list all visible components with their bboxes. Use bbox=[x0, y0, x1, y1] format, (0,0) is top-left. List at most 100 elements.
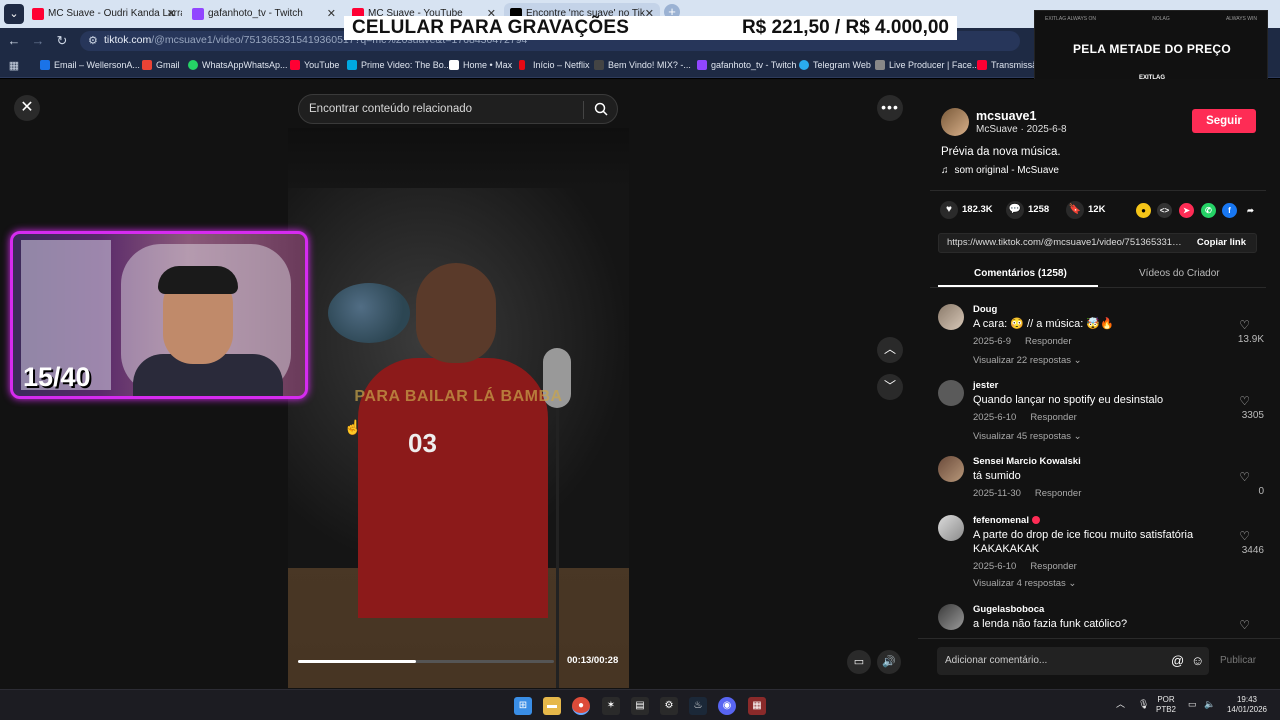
search-icon[interactable] bbox=[593, 101, 609, 117]
bookmark-live-producer[interactable]: Live Producer | Face... bbox=[875, 60, 979, 70]
file-explorer-icon[interactable]: ▬ bbox=[543, 697, 561, 715]
bookmark-transmissao[interactable]: Transmissão bbox=[977, 60, 1042, 70]
start-icon[interactable]: ⊞ bbox=[514, 697, 532, 715]
network-icon[interactable]: ▭ bbox=[1188, 699, 1197, 709]
view-replies-button[interactable]: Visualizar 22 respostas ⌄ bbox=[973, 355, 1082, 366]
music-note-icon: ♫ bbox=[941, 165, 949, 176]
bookmark-twitch[interactable]: gafanhoto_tv - Twitch bbox=[697, 60, 796, 70]
video-link-box[interactable]: https://www.tiktok.com/@mcsuave1/video/7… bbox=[938, 233, 1257, 253]
ad-top-text: EXITLAG ALWAYS ON bbox=[1045, 16, 1097, 22]
more-options-icon[interactable]: ••• bbox=[877, 95, 903, 121]
bookmark-whatsapp[interactable]: WhatsAppWhatsAp... bbox=[188, 60, 288, 70]
bookmark-youtube[interactable]: YouTube bbox=[290, 60, 339, 70]
tab-comments[interactable]: Comentários (1258) bbox=[974, 268, 1067, 279]
emoji-icon[interactable]: ☺ bbox=[1191, 653, 1204, 668]
embed-icon[interactable]: <> bbox=[1157, 203, 1172, 218]
previous-video-button[interactable]: ︿ bbox=[877, 337, 903, 363]
reply-button[interactable]: Responder bbox=[1035, 488, 1081, 499]
video-player[interactable]: PARA BAILAR LÁ BAMBA 03 bbox=[288, 128, 629, 688]
clock[interactable]: 19:43 14/01/2026 bbox=[1224, 695, 1270, 715]
commenter-name[interactable]: fefenomenal bbox=[973, 515, 1040, 526]
bookmark-netflix[interactable]: Início – Netflix bbox=[519, 60, 590, 70]
copy-link-button[interactable]: Copiar link bbox=[1197, 237, 1246, 248]
comment-like-icon[interactable]: ♡ bbox=[1239, 470, 1250, 484]
like-button[interactable]: ♥ 182.3K bbox=[940, 201, 993, 219]
close-tab-icon[interactable]: ✕ bbox=[327, 3, 336, 25]
discord-icon[interactable]: ◉ bbox=[718, 697, 736, 715]
like-count: 182.3K bbox=[962, 204, 993, 215]
mention-icon[interactable]: @ bbox=[1171, 653, 1184, 668]
bookmark-email[interactable]: Email – WellersonA... bbox=[40, 60, 140, 70]
forward-arrow-icon[interactable]: → bbox=[30, 33, 46, 49]
browser-tab-2[interactable]: gafanhoto_tv - Twitch ✕ bbox=[186, 3, 342, 25]
microphone-icon[interactable]: 🎙 bbox=[1138, 699, 1149, 709]
tab-creator-videos[interactable]: Vídeos do Criador bbox=[1139, 268, 1220, 279]
settings-icon[interactable]: ⚙ bbox=[660, 697, 678, 715]
comment-button[interactable]: 💬 1258 bbox=[1006, 201, 1049, 219]
browser-tab-1[interactable]: MC Suave - Oudri Kanda Larra ✕ bbox=[26, 3, 182, 25]
commenter-avatar[interactable] bbox=[938, 380, 964, 406]
follow-button[interactable]: Seguir bbox=[1192, 109, 1256, 133]
comment-text: A cara: 😳 // a música: 🤯🔥 bbox=[973, 318, 1114, 330]
facebook-icon[interactable]: f bbox=[1222, 203, 1237, 218]
comment-input[interactable]: Adicionar comentário... @ ☺ bbox=[937, 647, 1209, 675]
app-icon[interactable]: ✶ bbox=[602, 697, 620, 715]
reply-button[interactable]: Responder bbox=[1030, 561, 1076, 572]
publish-button[interactable]: Publicar bbox=[1220, 655, 1256, 666]
bookmark-label: Live Producer | Face... bbox=[889, 60, 980, 70]
coin-icon[interactable]: ● bbox=[1136, 203, 1151, 218]
next-video-button[interactable]: ﹀ bbox=[877, 374, 903, 400]
bookmark-gmail[interactable]: Gmail bbox=[142, 60, 180, 70]
paper-plane-icon[interactable]: ➤ bbox=[1179, 203, 1194, 218]
related-content-search[interactable]: Encontrar conteúdo relacionado bbox=[298, 94, 618, 124]
comment-count: 1258 bbox=[1028, 204, 1050, 215]
whatsapp-icon[interactable]: ✆ bbox=[1201, 203, 1216, 218]
commenter-name[interactable]: Gugelasboboca bbox=[973, 604, 1044, 615]
mini-player-icon[interactable]: ▭ bbox=[847, 650, 871, 674]
comment-like-icon[interactable]: ♡ bbox=[1239, 618, 1250, 632]
apps-grid-icon[interactable]: ▦ bbox=[6, 58, 22, 74]
bookmark-label: Prime Video: The Bo... bbox=[361, 60, 452, 70]
commenter-name[interactable]: Doug bbox=[973, 304, 997, 315]
commenter-name[interactable]: jester bbox=[973, 380, 998, 391]
view-replies-button[interactable]: Visualizar 45 respostas ⌄ bbox=[973, 431, 1082, 442]
video-progress-bar[interactable] bbox=[298, 660, 554, 663]
obs-icon[interactable]: ▤ bbox=[631, 697, 649, 715]
commenter-name[interactable]: Sensei Marcio Kowalski bbox=[973, 456, 1081, 467]
comment-like-icon[interactable]: ♡ bbox=[1239, 394, 1250, 408]
creator-avatar[interactable] bbox=[941, 108, 969, 136]
webcam-counter: 15/40 bbox=[23, 362, 91, 392]
language-indicator[interactable]: POR PTB2 bbox=[1156, 695, 1176, 715]
comment-like-icon[interactable]: ♡ bbox=[1239, 318, 1250, 332]
commenter-avatar[interactable] bbox=[938, 604, 964, 630]
bookmark-max[interactable]: Home • Max bbox=[449, 60, 512, 70]
commenter-avatar[interactable] bbox=[938, 304, 964, 330]
bookmark-telegram[interactable]: Telegram Web bbox=[799, 60, 871, 70]
app-icon[interactable]: ▦ bbox=[748, 697, 766, 715]
commenter-avatar[interactable] bbox=[938, 515, 964, 541]
save-button[interactable]: 🔖 12K bbox=[1066, 201, 1105, 219]
view-replies-button[interactable]: Visualizar 4 respostas ⌄ bbox=[973, 578, 1076, 589]
bookmark-mix[interactable]: Bem Vindo! MIX? -... bbox=[594, 60, 691, 70]
commenter-avatar[interactable] bbox=[938, 456, 964, 482]
webcam-overlay: 15/40 bbox=[10, 231, 308, 399]
close-video-button[interactable]: ✕ bbox=[14, 95, 40, 121]
tab-search-icon[interactable]: ⌄ bbox=[4, 4, 24, 24]
bookmark-icon: 🔖 bbox=[1066, 201, 1084, 219]
site-info-icon[interactable]: ⚙ bbox=[88, 34, 98, 47]
creator-username[interactable]: mcsuave1 bbox=[976, 109, 1036, 123]
reply-button[interactable]: Responder bbox=[1030, 412, 1076, 423]
reload-icon[interactable]: ↻ bbox=[54, 33, 70, 49]
reply-button[interactable]: Responder bbox=[1025, 336, 1071, 347]
share-arrow-icon[interactable]: ➦ bbox=[1243, 203, 1258, 218]
chrome-icon[interactable]: ● bbox=[572, 697, 590, 715]
sound-link[interactable]: ♫ som original - McSuave bbox=[941, 165, 1059, 176]
comment-like-icon[interactable]: ♡ bbox=[1239, 529, 1250, 543]
back-arrow-icon[interactable]: ← bbox=[6, 33, 22, 49]
close-tab-icon[interactable]: ✕ bbox=[167, 3, 176, 25]
volume-icon[interactable]: 🔊 bbox=[877, 650, 901, 674]
show-hidden-icons-icon[interactable]: ︿ bbox=[1116, 699, 1125, 709]
steam-icon[interactable]: ♨ bbox=[689, 697, 707, 715]
speaker-icon[interactable]: 🔈 bbox=[1204, 699, 1215, 709]
bookmark-prime-video[interactable]: Prime Video: The Bo... bbox=[347, 60, 451, 70]
